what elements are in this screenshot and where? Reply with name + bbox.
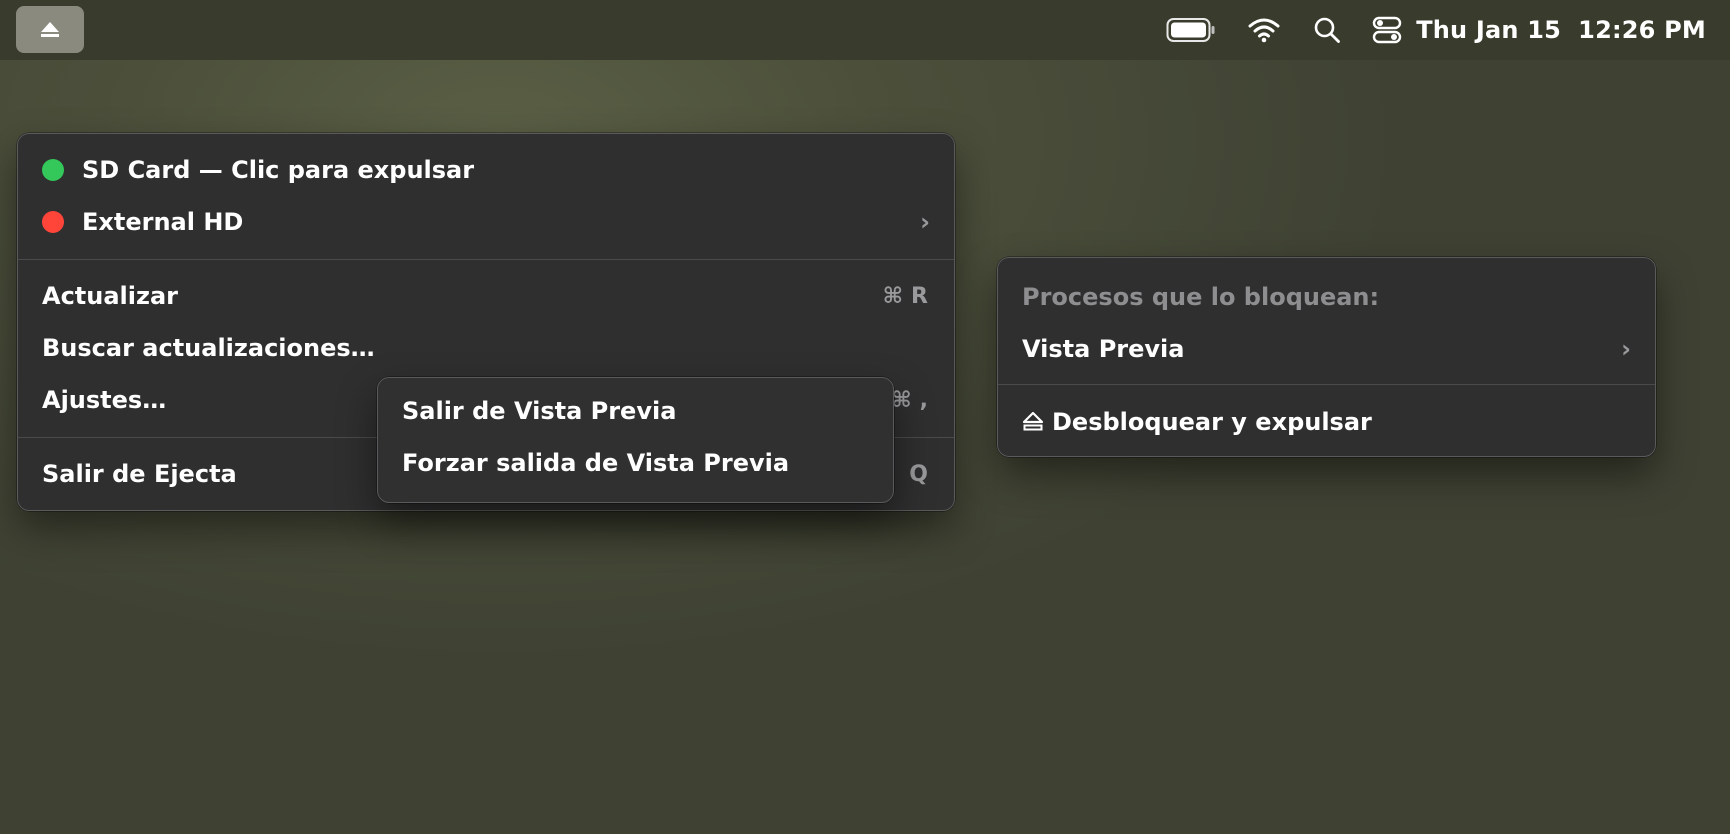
- status-dot-green: [42, 159, 64, 181]
- control-center-icon: [1372, 16, 1402, 44]
- battery-icon: [1166, 18, 1215, 42]
- force-quit-preview-label: Forzar salida de Vista Previa: [402, 449, 790, 477]
- status-dot-red: [42, 211, 64, 233]
- quit-label: Salir de Ejecta: [42, 460, 237, 488]
- wifi-status[interactable]: [1248, 0, 1280, 60]
- menu-separator: [18, 259, 954, 260]
- device-label: External HD: [82, 208, 244, 236]
- shortcut-cmd-q: Q: [909, 461, 928, 487]
- menu-bar-clock[interactable]: Thu Jan 15 12:26 PM: [1416, 0, 1706, 60]
- quit-preview-label: Salir de Vista Previa: [402, 397, 677, 425]
- menu-separator: [998, 384, 1655, 385]
- force-quit-preview-menu-item[interactable]: Forzar salida de Vista Previa: [378, 440, 893, 486]
- check-updates-menu-item[interactable]: Buscar actualizaciones…: [18, 325, 954, 371]
- shortcut-cmd-r: ⌘ R: [882, 283, 928, 309]
- spotlight-button[interactable]: [1313, 0, 1341, 60]
- device-item-sd-card[interactable]: SD Card — Clic para expulsar: [18, 147, 954, 193]
- blocking-heading: Procesos que lo bloquean:: [1022, 283, 1380, 311]
- eject-icon: [1022, 411, 1044, 431]
- blocking-processes-menu: Procesos que lo bloquean: Vista Previa ›…: [997, 257, 1656, 457]
- unlock-and-eject-label: Desbloquear y expulsar: [1052, 408, 1372, 436]
- check-updates-label: Buscar actualizaciones…: [42, 334, 375, 362]
- shortcut-cmd-comma: ⌘ ,: [891, 387, 928, 413]
- unlock-and-eject-menu-item[interactable]: Desbloquear y expulsar: [998, 399, 1655, 445]
- command-key-icon: ⌘: [891, 387, 912, 413]
- process-label: Vista Previa: [1022, 335, 1185, 363]
- settings-label: Ajustes…: [42, 386, 167, 414]
- menu-bar: Thu Jan 15 12:26 PM: [0, 0, 1730, 60]
- process-actions-submenu: Salir de Vista Previa Forzar salida de V…: [377, 377, 894, 503]
- quit-preview-menu-item[interactable]: Salir de Vista Previa: [378, 388, 893, 434]
- eject-app-button[interactable]: [16, 6, 84, 53]
- chevron-right-icon: ›: [1621, 335, 1631, 363]
- refresh-menu-item[interactable]: Actualizar ⌘ R: [18, 273, 954, 319]
- battery-status[interactable]: [1166, 0, 1216, 60]
- chevron-right-icon: ›: [920, 208, 930, 236]
- wifi-icon: [1248, 18, 1280, 43]
- blocking-process-item[interactable]: Vista Previa ›: [998, 326, 1655, 372]
- refresh-label: Actualizar: [42, 282, 179, 310]
- eject-icon: [41, 21, 59, 37]
- command-key-icon: ⌘: [882, 283, 904, 309]
- device-item-external-hd[interactable]: External HD ›: [18, 199, 954, 245]
- control-center-button[interactable]: [1372, 0, 1402, 60]
- search-icon: [1314, 17, 1340, 43]
- device-label: SD Card — Clic para expulsar: [82, 156, 475, 184]
